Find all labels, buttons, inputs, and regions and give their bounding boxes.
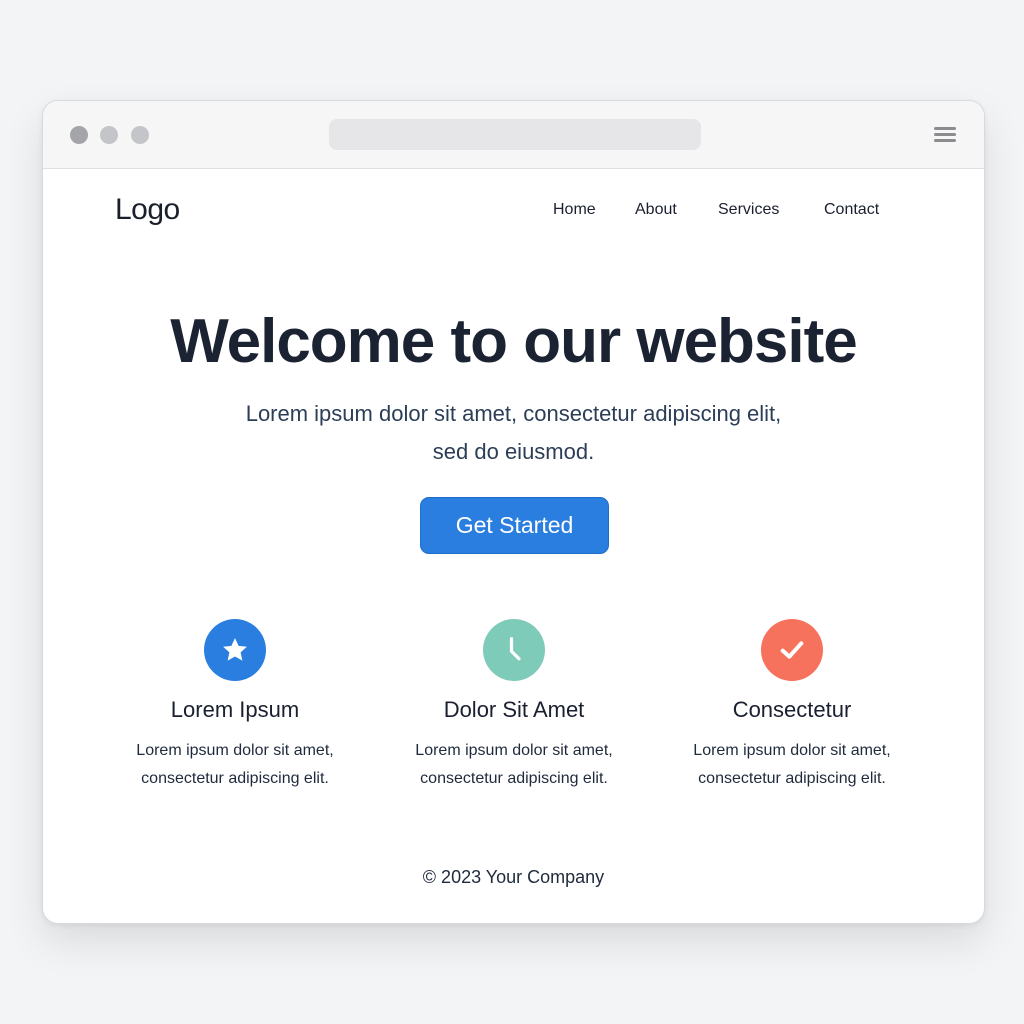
check-icon bbox=[761, 619, 823, 681]
feature-card: Lorem Ipsum Lorem ipsum dolor sit amet, … bbox=[105, 619, 365, 793]
feature-desc-line2: consectetur adipiscing elit. bbox=[141, 770, 329, 787]
feature-description: Lorem ipsum dolor sit amet, consectetur … bbox=[384, 737, 644, 793]
feature-title: Lorem Ipsum bbox=[170, 697, 300, 722]
feature-desc-line1: Lorem ipsum dolor sit amet, bbox=[415, 742, 613, 759]
browser-toolbar bbox=[43, 101, 984, 169]
feature-desc-line2: consectetur adipiscing elit. bbox=[698, 770, 886, 787]
feature-desc-line1: Lorem ipsum dolor sit amet, bbox=[136, 742, 334, 759]
get-started-button[interactable]: Get Started bbox=[420, 497, 609, 554]
nav-link-services[interactable]: Services bbox=[718, 201, 779, 219]
window-maximize-dot[interactable] bbox=[131, 126, 149, 144]
window-minimize-dot[interactable] bbox=[100, 126, 118, 144]
hero-subtitle-line2: sed do eiusmod. bbox=[432, 439, 595, 464]
window-close-dot[interactable] bbox=[70, 126, 88, 144]
nav-link-about[interactable]: About bbox=[635, 201, 677, 219]
feature-desc-line2: consectetur adipiscing elit. bbox=[420, 770, 608, 787]
nav-link-home[interactable]: Home bbox=[553, 201, 596, 219]
footer-copyright: © 2023 Your Company bbox=[422, 867, 605, 887]
hero-subtitle-line1: Lorem ipsum dolor sit amet, consectetur … bbox=[245, 401, 782, 426]
browser-window: Logo Home About Services Contact Welcome… bbox=[42, 100, 985, 924]
feature-card: Consectetur Lorem ipsum dolor sit amet, … bbox=[662, 619, 922, 793]
main-nav: Home About Services Contact bbox=[43, 201, 984, 223]
feature-title: Consectetur bbox=[732, 697, 852, 722]
feature-title: Dolor Sit Amet bbox=[443, 697, 585, 722]
feature-card: Dolor Sit Amet Lorem ipsum dolor sit ame… bbox=[384, 619, 644, 793]
star-icon bbox=[204, 619, 266, 681]
feature-description: Lorem ipsum dolor sit amet, consectetur … bbox=[662, 737, 922, 793]
feature-description: Lorem ipsum dolor sit amet, consectetur … bbox=[105, 737, 365, 793]
address-bar[interactable] bbox=[329, 119, 701, 150]
hamburger-menu-icon[interactable] bbox=[934, 126, 956, 144]
hero-title: Welcome to our website bbox=[170, 307, 858, 376]
feature-desc-line1: Lorem ipsum dolor sit amet, bbox=[693, 742, 891, 759]
nav-link-contact[interactable]: Contact bbox=[824, 201, 879, 219]
clock-icon bbox=[483, 619, 545, 681]
